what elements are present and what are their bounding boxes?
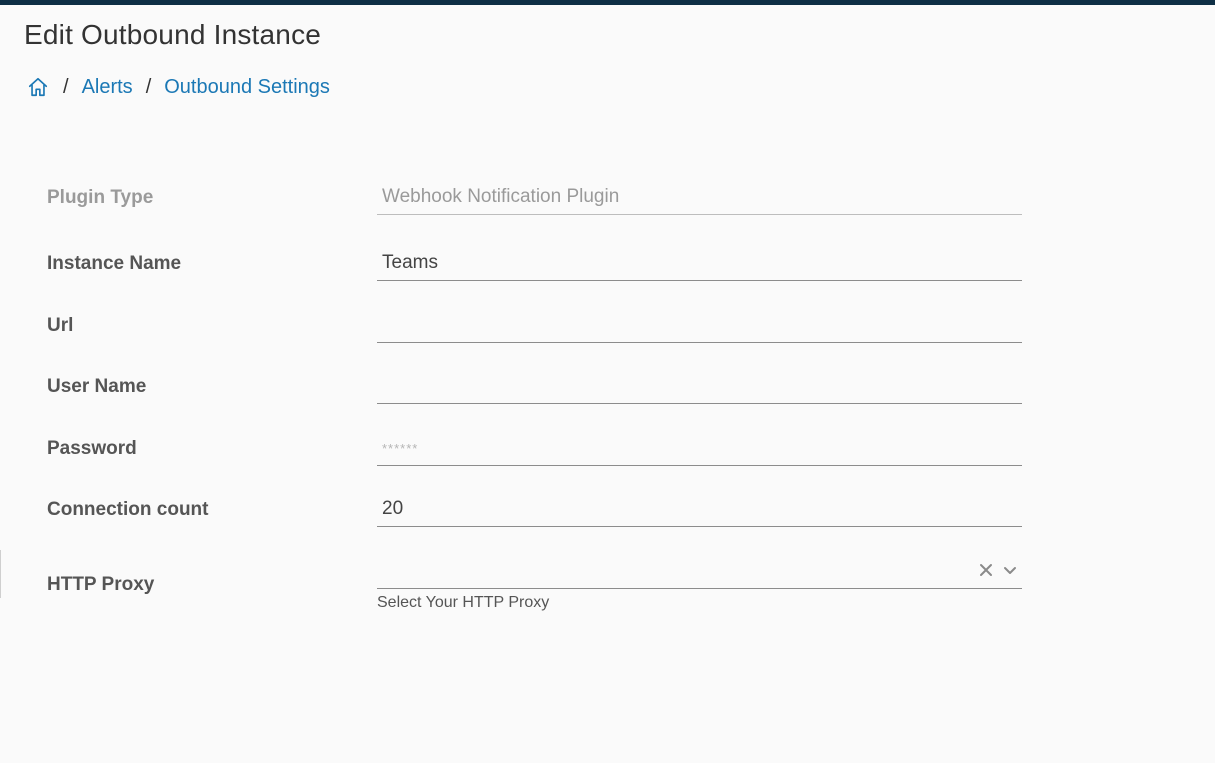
plugin-type-input [377, 180, 1022, 214]
url-input[interactable] [377, 308, 1022, 342]
breadcrumb-alerts-link[interactable]: Alerts [82, 76, 133, 99]
url-label: Url [47, 315, 74, 336]
breadcrumb-outbound-settings-link[interactable]: Outbound Settings [164, 76, 330, 99]
instance-name-input[interactable] [377, 246, 1022, 280]
password-field[interactable] [377, 431, 1022, 466]
http-proxy-hint: Select Your HTTP Proxy [377, 594, 550, 611]
plugin-type-label: Plugin Type [47, 187, 154, 208]
page-title: Edit Outbound Instance [24, 19, 322, 50]
top-header-bar [0, 0, 1215, 5]
password-input[interactable] [377, 431, 1022, 465]
connection-count-input[interactable] [377, 492, 1022, 526]
url-field[interactable] [377, 308, 1022, 343]
breadcrumb-separator: / [145, 75, 152, 98]
http-proxy-label: HTTP Proxy [47, 574, 155, 595]
select-controls [978, 562, 1018, 578]
instance-name-label: Instance Name [47, 253, 182, 274]
user-name-label: User Name [47, 376, 147, 397]
instance-name-field[interactable] [377, 246, 1022, 281]
user-name-input[interactable] [377, 369, 1022, 403]
connection-count-field[interactable] [377, 492, 1022, 527]
close-icon[interactable] [978, 562, 994, 578]
connection-count-label: Connection count [47, 499, 209, 520]
http-proxy-select[interactable] [377, 554, 1022, 589]
http-proxy-input[interactable] [377, 554, 1022, 588]
user-name-field[interactable] [377, 369, 1022, 404]
row-focus-indicator [0, 550, 1, 598]
breadcrumb-separator: / [63, 75, 69, 98]
plugin-type-field [377, 180, 1022, 215]
chevron-down-icon[interactable] [1002, 562, 1018, 578]
password-label: Password [47, 438, 137, 459]
breadcrumb: / Alerts / Outbound Settings [26, 74, 330, 100]
home-icon[interactable] [26, 75, 50, 99]
